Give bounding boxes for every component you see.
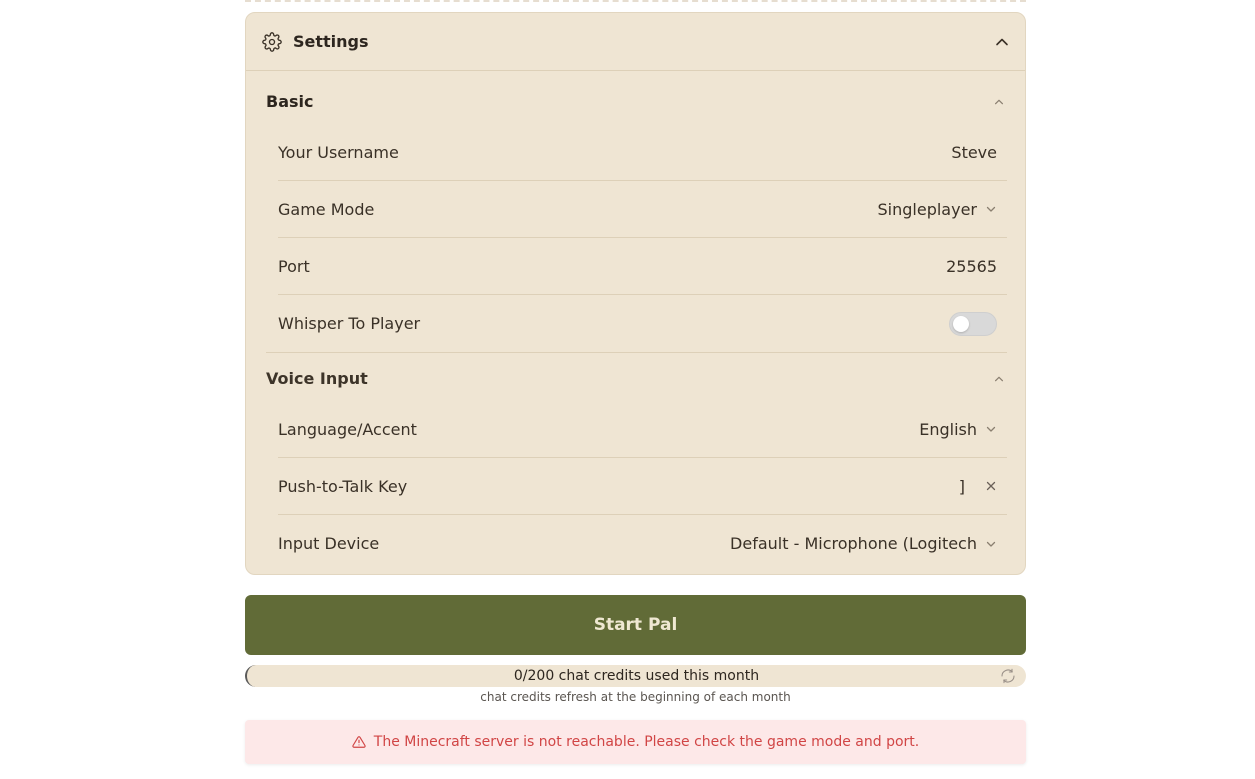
alert-message: The Minecraft server is not reachable. P… xyxy=(373,734,920,750)
settings-header[interactable]: Settings xyxy=(246,13,1025,71)
voice-section-title: Voice Input xyxy=(266,369,368,388)
username-row: Your Username Steve xyxy=(278,124,1007,181)
language-label: Language/Accent xyxy=(278,419,417,439)
whisper-toggle[interactable] xyxy=(949,311,997,336)
chevron-down-icon xyxy=(985,423,997,435)
device-label: Input Device xyxy=(278,534,380,553)
port-label: Port xyxy=(278,256,310,276)
refresh-icon[interactable] xyxy=(1000,668,1016,684)
start-pal-button[interactable]: Start Pal xyxy=(245,595,1026,655)
ptt-row: Push-to-Talk Key ] xyxy=(278,458,1007,515)
chevron-up-icon[interactable] xyxy=(995,35,1009,49)
settings-title: Settings xyxy=(293,32,369,51)
credits-refresh-note: chat credits refresh at the beginning of… xyxy=(480,690,791,704)
ptt-value: ] xyxy=(958,476,965,496)
top-divider xyxy=(245,0,1026,2)
game-mode-label: Game Mode xyxy=(278,199,375,219)
language-row: Language/Accent English xyxy=(278,401,1007,458)
chevron-up-icon[interactable] xyxy=(992,95,1006,109)
section-divider xyxy=(266,352,1007,353)
chevron-down-icon xyxy=(985,203,997,215)
credits-progress-bar: 0/200 chat credits used this month xyxy=(245,665,1026,687)
whisper-label: Whisper To Player xyxy=(278,314,421,333)
basic-section-header[interactable]: Basic xyxy=(266,92,1006,111)
gear-icon xyxy=(262,31,282,52)
device-row: Input Device Default - Microphone (Logit… xyxy=(278,515,1007,572)
voice-section-header[interactable]: Voice Input xyxy=(266,369,1006,388)
game-mode-row: Game Mode Singleplayer xyxy=(278,181,1007,238)
toggle-knob xyxy=(953,315,969,332)
username-label: Your Username xyxy=(278,142,399,162)
basic-section-title: Basic xyxy=(266,92,314,111)
ptt-field[interactable]: ] xyxy=(959,477,997,496)
ptt-label: Push-to-Talk Key xyxy=(278,476,408,496)
username-field[interactable]: Steve xyxy=(951,143,997,162)
credits-used-text: 0/200 chat credits used this month xyxy=(513,668,760,684)
close-icon[interactable] xyxy=(985,480,997,492)
port-row: Port 25565 xyxy=(278,238,1007,295)
chevron-up-icon[interactable] xyxy=(992,372,1006,386)
game-mode-value: Singleplayer xyxy=(877,199,977,219)
language-value: English xyxy=(919,419,977,439)
chevron-down-icon xyxy=(985,538,997,550)
whisper-row: Whisper To Player xyxy=(278,295,1007,352)
device-value: Default - Microphone (Logitech xyxy=(730,534,977,553)
settings-panel: Settings Basic Your Username Steve Game … xyxy=(245,12,1026,575)
language-select[interactable]: English xyxy=(919,420,997,439)
game-mode-select[interactable]: Singleplayer xyxy=(878,200,997,219)
server-alert: The Minecraft server is not reachable. P… xyxy=(245,720,1026,764)
warning-icon xyxy=(352,735,366,749)
port-field[interactable]: 25565 xyxy=(946,257,997,276)
device-select[interactable]: Default - Microphone (Logitech xyxy=(730,534,997,553)
